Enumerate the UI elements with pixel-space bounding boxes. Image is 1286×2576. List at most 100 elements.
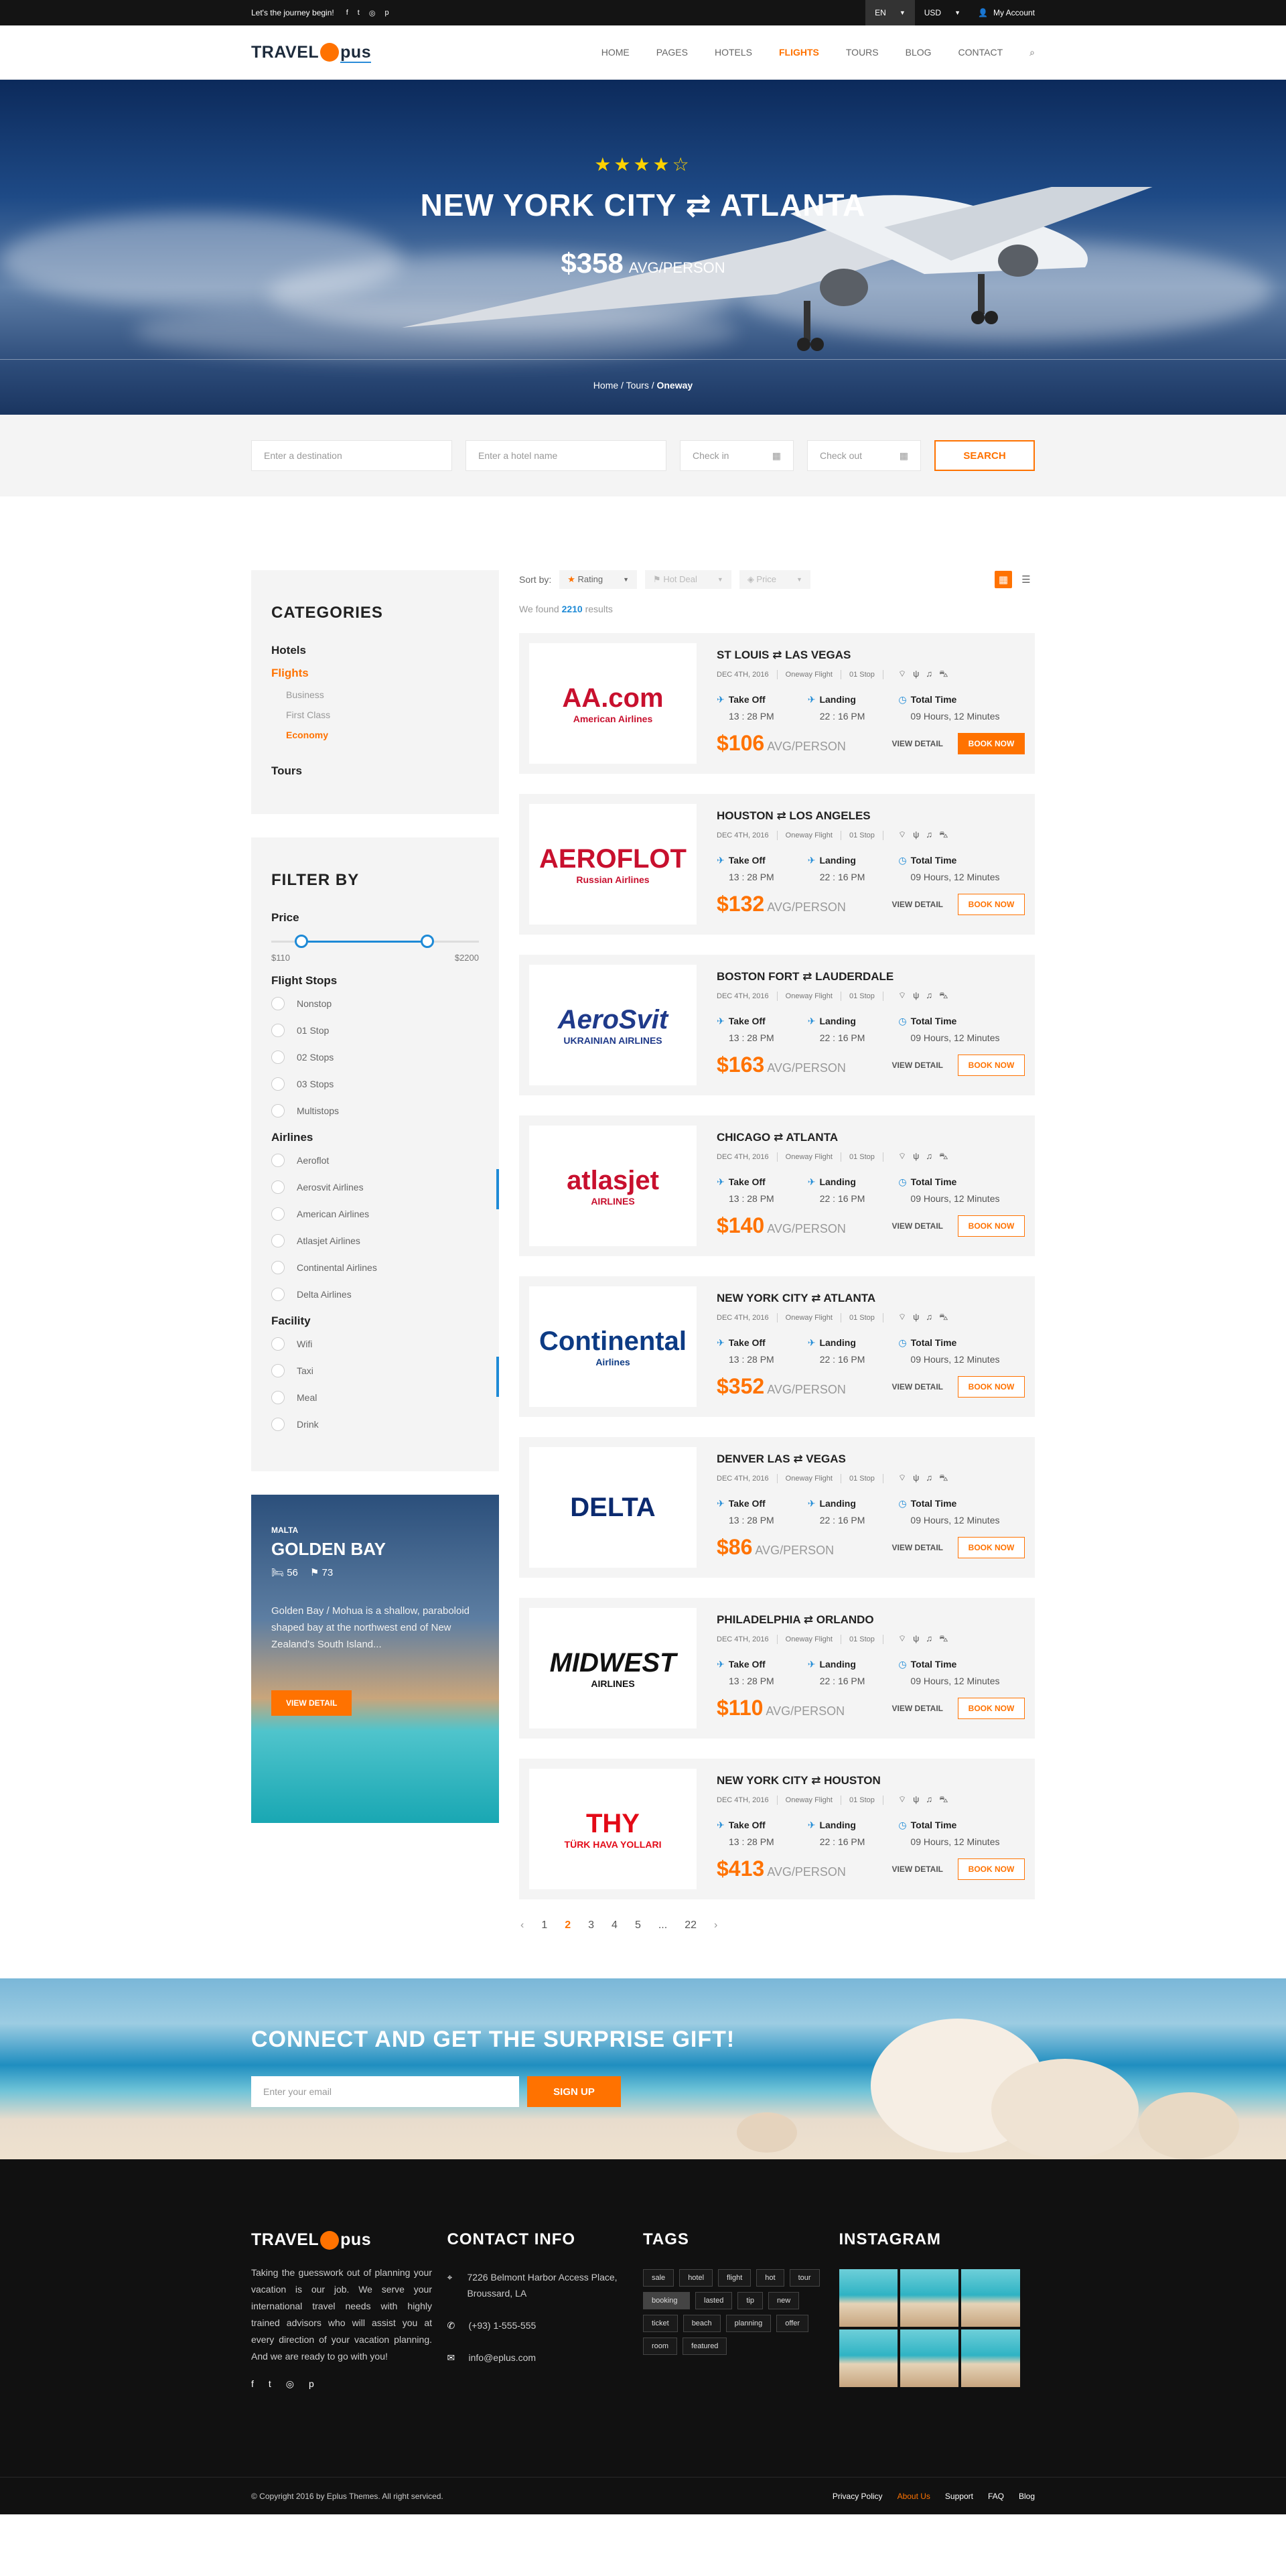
category-tours[interactable]: Tours <box>271 764 479 778</box>
facility-option[interactable]: Taxi <box>271 1364 479 1377</box>
pinterest-icon[interactable]: p <box>309 2378 314 2390</box>
footer-link[interactable]: Privacy Policy <box>833 2492 883 2501</box>
stop-option[interactable]: 03 Stops <box>271 1077 479 1091</box>
page-5[interactable]: 5 <box>635 1919 641 1931</box>
language-select[interactable]: EN ▼ <box>865 0 915 25</box>
nav-home[interactable]: HOME <box>601 47 630 58</box>
grid-view-icon[interactable]: ▦ <box>995 571 1012 588</box>
footer-link[interactable]: About Us <box>898 2492 930 2501</box>
list-view-icon[interactable]: ☰ <box>1017 571 1035 588</box>
search-button[interactable]: SEARCH <box>934 440 1035 471</box>
airline-checkbox[interactable] <box>271 1154 285 1167</box>
stop-option[interactable]: 02 Stops <box>271 1050 479 1064</box>
tag[interactable]: tour <box>789 2269 820 2287</box>
currency-select[interactable]: USD ▼ <box>915 0 970 25</box>
sort-hot-deal[interactable]: ⚑ Hot Deal ▼ <box>645 570 731 589</box>
view-detail-link[interactable]: VIEW DETAIL <box>892 900 943 909</box>
tag[interactable]: hot <box>756 2269 784 2287</box>
account-link[interactable]: 👤 My Account <box>970 8 1035 17</box>
airline-option[interactable]: Aerosvit Airlines <box>271 1180 479 1194</box>
twitter-icon[interactable]: t <box>358 9 360 17</box>
book-now-button[interactable]: BOOK NOW <box>958 893 1025 915</box>
instagram-icon[interactable]: ◎ <box>369 9 376 17</box>
search-icon[interactable]: ⌕ <box>1029 47 1035 58</box>
airline-checkbox[interactable] <box>271 1207 285 1221</box>
facility-option[interactable]: Drink <box>271 1418 479 1431</box>
tag[interactable]: room <box>643 2337 678 2355</box>
tag[interactable]: featured <box>683 2337 727 2355</box>
book-now-button[interactable]: BOOK NOW <box>958 1054 1025 1076</box>
footer-link[interactable]: Blog <box>1019 2492 1035 2501</box>
tag[interactable]: booking <box>643 2292 690 2309</box>
subcategory-business[interactable]: Business <box>271 689 479 700</box>
facility-checkbox[interactable] <box>271 1391 285 1404</box>
scrollbar[interactable] <box>496 1169 499 1209</box>
view-detail-link[interactable]: VIEW DETAIL <box>892 1543 943 1552</box>
category-hotels[interactable]: Hotels <box>271 644 479 657</box>
page-2[interactable]: 2 <box>565 1919 571 1931</box>
stop-option[interactable]: Nonstop <box>271 997 479 1010</box>
prev-page-icon[interactable]: ‹ <box>520 1919 524 1931</box>
facility-checkbox[interactable] <box>271 1418 285 1431</box>
page-6[interactable]: ... <box>658 1919 667 1931</box>
category-flights[interactable]: Flights <box>271 667 479 680</box>
twitter-icon[interactable]: t <box>269 2378 271 2390</box>
stop-option[interactable]: 01 Stop <box>271 1024 479 1037</box>
footer-link[interactable]: FAQ <box>988 2492 1004 2501</box>
tag[interactable]: sale <box>643 2269 674 2287</box>
scrollbar[interactable] <box>496 1357 499 1397</box>
book-now-button[interactable]: BOOK NOW <box>958 1215 1025 1237</box>
airline-option[interactable]: Continental Airlines <box>271 1261 479 1274</box>
promo-view-detail-button[interactable]: VIEW DETAIL <box>271 1690 352 1716</box>
stop-checkbox[interactable] <box>271 1050 285 1064</box>
view-detail-link[interactable]: VIEW DETAIL <box>892 1704 943 1713</box>
tag[interactable]: tip <box>737 2292 763 2309</box>
sort-price[interactable]: ◈ Price ▼ <box>739 570 810 589</box>
pinterest-icon[interactable]: p <box>384 9 388 17</box>
signup-button[interactable]: SIGN UP <box>527 2076 621 2107</box>
subcategory-economy[interactable]: Economy <box>271 730 479 740</box>
page-7[interactable]: 22 <box>685 1919 697 1931</box>
facility-checkbox[interactable] <box>271 1364 285 1377</box>
tag[interactable]: new <box>768 2292 800 2309</box>
facility-option[interactable]: Meal <box>271 1391 479 1404</box>
book-now-button[interactable]: BOOK NOW <box>958 1858 1025 1880</box>
footer-link[interactable]: Support <box>945 2492 973 2501</box>
view-detail-link[interactable]: VIEW DETAIL <box>892 1221 943 1231</box>
airline-checkbox[interactable] <box>271 1234 285 1247</box>
nav-pages[interactable]: PAGES <box>656 47 688 58</box>
instagram-grid[interactable] <box>839 2269 1020 2387</box>
airline-checkbox[interactable] <box>271 1261 285 1274</box>
facebook-icon[interactable]: f <box>346 9 348 17</box>
facility-option[interactable]: Wifi <box>271 1337 479 1351</box>
price-min-handle[interactable] <box>294 935 308 948</box>
view-detail-link[interactable]: VIEW DETAIL <box>892 1061 943 1070</box>
breadcrumb-home[interactable]: Home <box>593 380 618 391</box>
next-page-icon[interactable]: › <box>714 1919 717 1931</box>
nav-tours[interactable]: TOURS <box>846 47 879 58</box>
nav-blog[interactable]: BLOG <box>906 47 932 58</box>
subcategory-first-class[interactable]: First Class <box>271 709 479 720</box>
breadcrumb-tours[interactable]: Tours <box>626 380 649 391</box>
tag[interactable]: planning <box>725 2315 772 2332</box>
tag[interactable]: ticket <box>643 2315 678 2332</box>
nav-contact[interactable]: CONTACT <box>958 47 1003 58</box>
view-detail-link[interactable]: VIEW DETAIL <box>892 1382 943 1392</box>
stop-checkbox[interactable] <box>271 1024 285 1037</box>
airline-checkbox[interactable] <box>271 1288 285 1301</box>
nav-flights[interactable]: FLIGHTS <box>779 47 819 58</box>
contact-email[interactable]: ✉ info@eplus.com <box>447 2350 644 2366</box>
book-now-button[interactable]: BOOK NOW <box>958 732 1025 754</box>
checkin-input[interactable]: Check in ▦ <box>680 440 794 471</box>
price-slider[interactable]: $110 $2200 <box>271 934 479 963</box>
stop-option[interactable]: Multistops <box>271 1104 479 1117</box>
sort-rating[interactable]: ★ Rating ▼ <box>559 570 638 589</box>
page-4[interactable]: 4 <box>612 1919 618 1931</box>
page-3[interactable]: 3 <box>588 1919 594 1931</box>
instagram-icon[interactable]: ◎ <box>286 2378 294 2390</box>
tag[interactable]: hotel <box>679 2269 713 2287</box>
airline-option[interactable]: Delta Airlines <box>271 1288 479 1301</box>
tag[interactable]: lasted <box>695 2292 733 2309</box>
book-now-button[interactable]: BOOK NOW <box>958 1375 1025 1398</box>
book-now-button[interactable]: BOOK NOW <box>958 1536 1025 1558</box>
